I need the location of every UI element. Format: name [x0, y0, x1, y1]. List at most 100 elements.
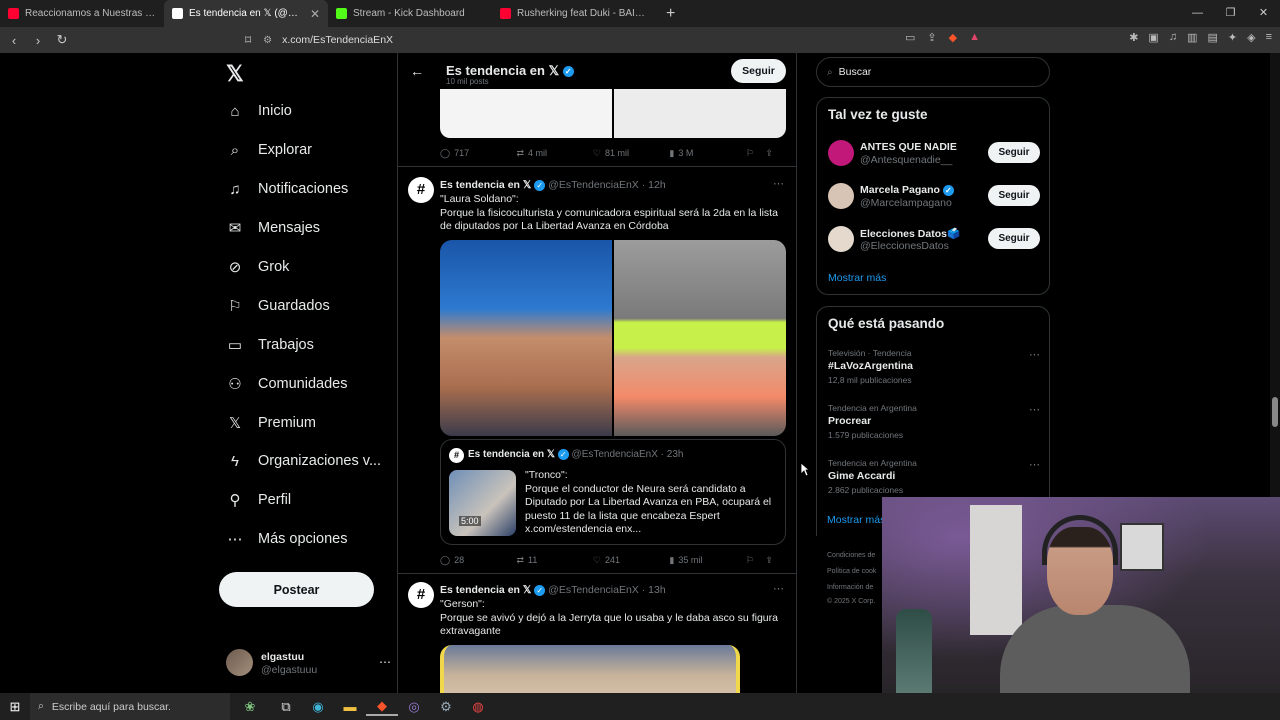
leo-ai-icon[interactable]: ✦ — [1228, 31, 1237, 44]
wallet-icon[interactable]: ▤ — [1207, 31, 1217, 44]
minimize-icon[interactable]: — — [1181, 0, 1214, 27]
post-media[interactable] — [440, 89, 786, 138]
trend-item[interactable]: Televisión · Tendencia #LaVozArgentina 1… — [828, 348, 1040, 393]
site-info-icon[interactable]: ⚙ — [263, 35, 272, 46]
menu-icon[interactable]: ≡ — [1266, 31, 1272, 44]
avatar[interactable]: # — [408, 582, 434, 608]
music-icon[interactable]: ♫ — [1169, 31, 1177, 44]
suggested-account[interactable]: Elecciones Datos🗳️ @EleccionesDatos Segu… — [828, 224, 1040, 254]
author-name[interactable]: Es tendencia en 𝕏 — [440, 179, 531, 191]
extensions-icon[interactable]: ✱ — [1129, 31, 1138, 44]
screenshot-icon[interactable]: ▣ — [1148, 31, 1158, 44]
back-icon[interactable]: ‹ — [4, 33, 24, 48]
more-dots-icon[interactable]: ⋯ — [1029, 348, 1040, 361]
browser-tab-4[interactable]: Rusherking feat Duki - BAILANDO TE — [492, 0, 656, 27]
close-window-icon[interactable]: ✕ — [1247, 0, 1280, 27]
nav-notificaciones[interactable]: ♫ Notificaciones — [226, 170, 348, 208]
nav-comunidades[interactable]: ⚇ Comunidades — [226, 365, 347, 403]
address-bar[interactable]: ⌑ ⚙ x.com/EsTendenciaEnX — [245, 29, 995, 51]
brave-shield-icon[interactable]: ◆ — [949, 31, 957, 44]
avatar[interactable]: # — [408, 177, 434, 203]
reply-button[interactable]: ◯ 28 — [440, 555, 516, 566]
nav-inicio[interactable]: ⌂ Inicio — [226, 92, 291, 130]
restore-icon[interactable]: ❐ — [1214, 0, 1247, 27]
back-arrow-icon[interactable]: ← — [410, 63, 430, 79]
tweet-media[interactable] — [440, 645, 740, 693]
steam-icon[interactable]: ⚙ — [430, 699, 462, 715]
media-image[interactable] — [440, 89, 612, 138]
share-icon[interactable]: ⇪ — [927, 31, 936, 44]
tweet-time[interactable]: 12h — [648, 179, 666, 191]
more-dots-icon[interactable]: ⋯ — [379, 655, 391, 669]
tweet-media[interactable] — [440, 240, 786, 436]
repost-button[interactable]: ⇄ 11 — [516, 555, 592, 566]
tweet-time[interactable]: 13h — [648, 584, 666, 596]
like-button[interactable]: ♡ 241 — [593, 555, 669, 566]
close-tab-icon[interactable]: ✕ — [310, 7, 320, 21]
browser-tab-3[interactable]: Stream - Kick Dashboard — [328, 0, 492, 27]
media-image[interactable] — [614, 89, 786, 138]
widgets-icon[interactable]: ❀ — [230, 699, 270, 715]
post-button[interactable]: Postear — [219, 572, 374, 607]
show-more-link[interactable]: Mostrar más — [827, 514, 885, 526]
media-image[interactable] — [440, 240, 612, 436]
more-dots-icon[interactable]: ⋯ — [773, 177, 784, 190]
more-dots-icon[interactable]: ⋯ — [1029, 458, 1040, 471]
follow-button[interactable]: Seguir — [988, 142, 1040, 163]
share-icon[interactable]: ⇪ — [765, 555, 785, 566]
search-input[interactable] — [838, 66, 1029, 78]
recorder-icon[interactable]: ◍ — [462, 699, 494, 715]
follow-button[interactable]: Seguir — [988, 228, 1040, 249]
cast-icon[interactable]: ▭ — [905, 31, 915, 44]
nav-guardados[interactable]: ⚐ Guardados — [226, 287, 329, 325]
bookmark-icon[interactable]: ⚐ — [746, 555, 766, 566]
taskbar-search-placeholder[interactable]: Escribe aquí para buscar. — [52, 701, 171, 713]
follow-button[interactable]: Seguir — [731, 59, 786, 83]
bookmark-icon[interactable]: ⚐ — [746, 148, 766, 159]
obs-icon[interactable]: ◎ — [398, 699, 430, 715]
browser-tab-1[interactable]: Reaccionamos a Nuestras Historias V — [0, 0, 164, 27]
share-icon[interactable]: ⇪ — [765, 148, 785, 159]
new-tab-icon[interactable]: + — [656, 5, 685, 23]
follow-button[interactable]: Seguir — [988, 185, 1040, 206]
suggested-account[interactable]: Marcela Pagano ✓ @Marcelampagano Seguir — [828, 181, 1040, 211]
footer-link[interactable]: Información de — [827, 584, 873, 591]
views-button[interactable]: ▮ 3 M — [669, 148, 745, 159]
nav-grok[interactable]: ⊘ Grok — [226, 248, 290, 286]
sidebar-icon[interactable]: ▥ — [1187, 31, 1197, 44]
taskbar-search[interactable]: ⌕ Escribe aquí para buscar. — [30, 693, 230, 720]
browser-tab-2[interactable]: Es tendencia en 𝕏 (@EsTendenci ✕ — [164, 0, 328, 27]
author-name[interactable]: Es tendencia en 𝕏 — [440, 584, 531, 596]
x-logo-icon[interactable]: 𝕏 — [226, 61, 244, 87]
suggested-account[interactable]: ANTES QUE NADIE @Antesquenadie__ Seguir — [828, 138, 1040, 168]
search-box[interactable]: ⌕ — [816, 57, 1050, 87]
show-more-link[interactable]: Mostrar más — [828, 272, 886, 284]
nav-perfil[interactable]: ⚲ Perfil — [226, 481, 292, 519]
vpn-icon[interactable]: ◈ — [1247, 31, 1255, 44]
author-handle[interactable]: @EsTendenciaEnX — [548, 584, 639, 596]
nav-trabajos[interactable]: ▭ Trabajos — [226, 326, 314, 364]
forward-icon[interactable]: › — [28, 33, 48, 48]
nav-mensajes[interactable]: ✉ Mensajes — [226, 209, 320, 247]
video-thumbnail[interactable] — [449, 470, 516, 536]
nav-mas-opciones[interactable]: ⋯ Más opciones — [226, 520, 348, 558]
bookmark-page-icon[interactable]: ⌑ — [245, 33, 251, 47]
nav-explorar[interactable]: ⌕ Explorar — [226, 131, 312, 169]
views-button[interactable]: ▮ 35 mil — [669, 555, 745, 566]
task-view-icon[interactable]: ⧉ — [270, 699, 302, 715]
brave-icon[interactable]: ◆ — [366, 698, 398, 716]
like-button[interactable]: ♡ 81 mil — [593, 148, 669, 159]
account-switcher[interactable]: elgastuu @elgastuuu ⋯ — [226, 649, 391, 679]
footer-link[interactable]: Política de cook — [827, 568, 876, 575]
windows-start-icon[interactable]: ⊞ — [0, 699, 30, 715]
media-image[interactable] — [614, 240, 786, 436]
author-handle[interactable]: @EsTendenciaEnX — [548, 179, 639, 191]
more-dots-icon[interactable]: ⋯ — [1029, 403, 1040, 416]
file-explorer-icon[interactable]: ▬ — [334, 699, 366, 714]
edge-icon[interactable]: ◉ — [302, 699, 334, 715]
reply-button[interactable]: ◯ 717 — [440, 148, 516, 159]
footer-link[interactable]: Condiciones de — [827, 552, 875, 559]
scrollbar-thumb[interactable] — [1272, 397, 1278, 427]
nav-organizaciones[interactable]: ϟ Organizaciones v... — [226, 442, 381, 480]
more-dots-icon[interactable]: ⋯ — [773, 582, 784, 595]
